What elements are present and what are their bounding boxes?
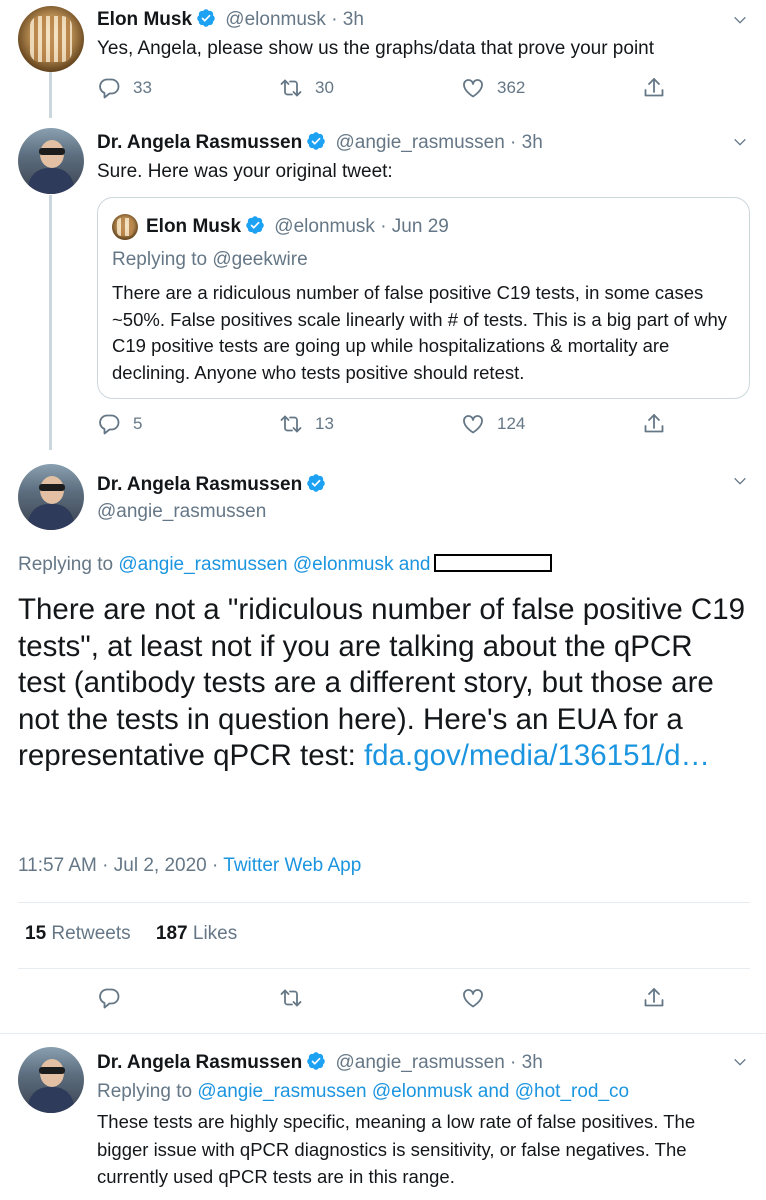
- verified-badge-icon: [306, 1051, 326, 1071]
- retweet-button[interactable]: [279, 986, 303, 1010]
- author-name[interactable]: Dr. Angela Rasmussen: [97, 474, 302, 495]
- retweet-button[interactable]: 30: [279, 76, 334, 100]
- tweet-text: These tests are highly specific, meaning…: [97, 1111, 696, 1187]
- replying-label: Replying to: [112, 249, 213, 270]
- tweet-text: Yes, Angela, please show us the graphs/d…: [97, 38, 655, 59]
- engagement-stats: 15 Retweets 187 Likes: [25, 923, 746, 945]
- chevron-down-icon[interactable]: [732, 1054, 748, 1070]
- reply-button[interactable]: [97, 986, 121, 1010]
- verified-badge-icon: [306, 131, 326, 151]
- share-button[interactable]: [642, 412, 666, 436]
- main-tweet-actions: [97, 986, 670, 1016]
- thread-line: [49, 72, 52, 118]
- retweet-button[interactable]: 13: [279, 412, 334, 436]
- like-icon: [461, 412, 485, 436]
- likes-label: Likes: [192, 923, 238, 944]
- avatar[interactable]: [18, 464, 84, 530]
- author-name[interactable]: Dr. Angela Rasmussen: [97, 1052, 302, 1073]
- like-icon: [461, 986, 485, 1010]
- avatar[interactable]: [18, 6, 84, 72]
- like-button[interactable]: 362: [461, 76, 525, 100]
- chevron-down-icon[interactable]: [732, 134, 748, 150]
- share-button[interactable]: [642, 986, 666, 1010]
- author-handle[interactable]: @angie_rasmussen: [97, 501, 746, 523]
- retweets-label: Retweets: [51, 923, 131, 944]
- retweets-count: 15: [25, 923, 47, 944]
- author-handle[interactable]: @angie_rasmussen: [336, 132, 505, 153]
- retweet-count: 13: [315, 414, 334, 433]
- quoted-replying-to: Replying to @geekwire: [112, 249, 308, 271]
- tweet-time[interactable]: · 3h: [331, 9, 364, 30]
- tweet-actions: 33 30 362: [97, 76, 670, 106]
- reply-icon: [97, 986, 121, 1010]
- replying-to: Replying to @angie_rasmussen @elonmusk a…: [97, 1081, 746, 1103]
- replying-label: Replying to: [18, 554, 119, 575]
- retweet-count: 30: [315, 78, 334, 97]
- tweet-text: There are not a "ridiculous number of fa…: [18, 592, 748, 775]
- share-button[interactable]: [642, 76, 666, 100]
- divider: [18, 902, 750, 903]
- quoted-tweet[interactable]: Elon Musk @elonmusk · Jun 29 Replying to…: [97, 197, 750, 399]
- divider: [0, 1033, 766, 1034]
- verified-badge-icon: [196, 8, 216, 28]
- tweet-source[interactable]: Twitter Web App: [223, 855, 361, 876]
- replying-handles[interactable]: @angie_rasmussen @elonmusk and @hot_rod_…: [197, 1081, 629, 1102]
- like-count: 124: [497, 414, 526, 433]
- avatar[interactable]: [18, 1047, 84, 1113]
- reply-button[interactable]: 5: [97, 412, 142, 436]
- tweet-meta: 11:57 AM · Jul 2, 2020 · Twitter Web App: [18, 855, 746, 877]
- like-icon: [461, 76, 485, 100]
- author-name[interactable]: Dr. Angela Rasmussen: [97, 132, 302, 153]
- author-name[interactable]: Elon Musk: [97, 9, 192, 30]
- share-icon: [642, 986, 666, 1010]
- replying-handle: @geekwire: [212, 249, 308, 270]
- retweet-icon: [279, 986, 303, 1010]
- replying-handles[interactable]: @angie_rasmussen @elonmusk and: [118, 554, 430, 575]
- reply-count: 5: [133, 414, 143, 433]
- tweet-timestamp[interactable]: 11:57 AM · Jul 2, 2020 ·: [18, 855, 223, 876]
- retweet-icon: [279, 412, 303, 436]
- tweet-link[interactable]: fda.gov/media/136151/d…: [364, 739, 710, 772]
- reply-count: 33: [133, 78, 152, 97]
- likes-stat[interactable]: 187 Likes: [156, 923, 237, 944]
- avatar[interactable]: [18, 128, 84, 194]
- thread-line: [49, 195, 52, 450]
- tweet-time[interactable]: · 3h: [510, 132, 543, 153]
- like-button[interactable]: [461, 986, 485, 1010]
- tweet-time[interactable]: · 3h: [510, 1052, 543, 1073]
- verified-badge-icon: [245, 215, 265, 235]
- author-handle[interactable]: @angie_rasmussen: [336, 1052, 505, 1073]
- chevron-down-icon[interactable]: [732, 12, 748, 28]
- verified-badge-icon: [306, 473, 326, 493]
- tweet-text: Sure. Here was your original tweet:: [97, 161, 393, 182]
- likes-count: 187: [155, 923, 188, 944]
- redacted-handle: [434, 554, 553, 572]
- reply-icon: [97, 412, 121, 436]
- retweet-icon: [279, 76, 303, 100]
- replying-label: Replying to: [97, 1081, 198, 1102]
- reply-icon: [97, 76, 121, 100]
- avatar: [112, 214, 138, 240]
- share-icon: [642, 412, 666, 436]
- like-count: 362: [497, 78, 526, 97]
- like-button[interactable]: 124: [461, 412, 525, 436]
- tweet-actions: 5 13 124: [97, 412, 670, 442]
- replying-to: Replying to @angie_rasmussen @elonmusk a…: [18, 554, 746, 576]
- retweets-stat[interactable]: 15 Retweets: [25, 923, 131, 944]
- share-icon: [642, 76, 666, 100]
- author-handle[interactable]: @elonmusk: [225, 9, 326, 30]
- quoted-tweet-text: There are a ridiculous number of false p…: [112, 282, 728, 383]
- reply-button[interactable]: 33: [97, 76, 152, 100]
- chevron-down-icon[interactable]: [732, 473, 748, 489]
- quoted-tweet-time: · Jun 29: [380, 216, 449, 237]
- divider: [18, 968, 750, 969]
- quoted-author-handle: @elonmusk: [274, 216, 375, 237]
- quoted-author-name: Elon Musk: [146, 216, 242, 237]
